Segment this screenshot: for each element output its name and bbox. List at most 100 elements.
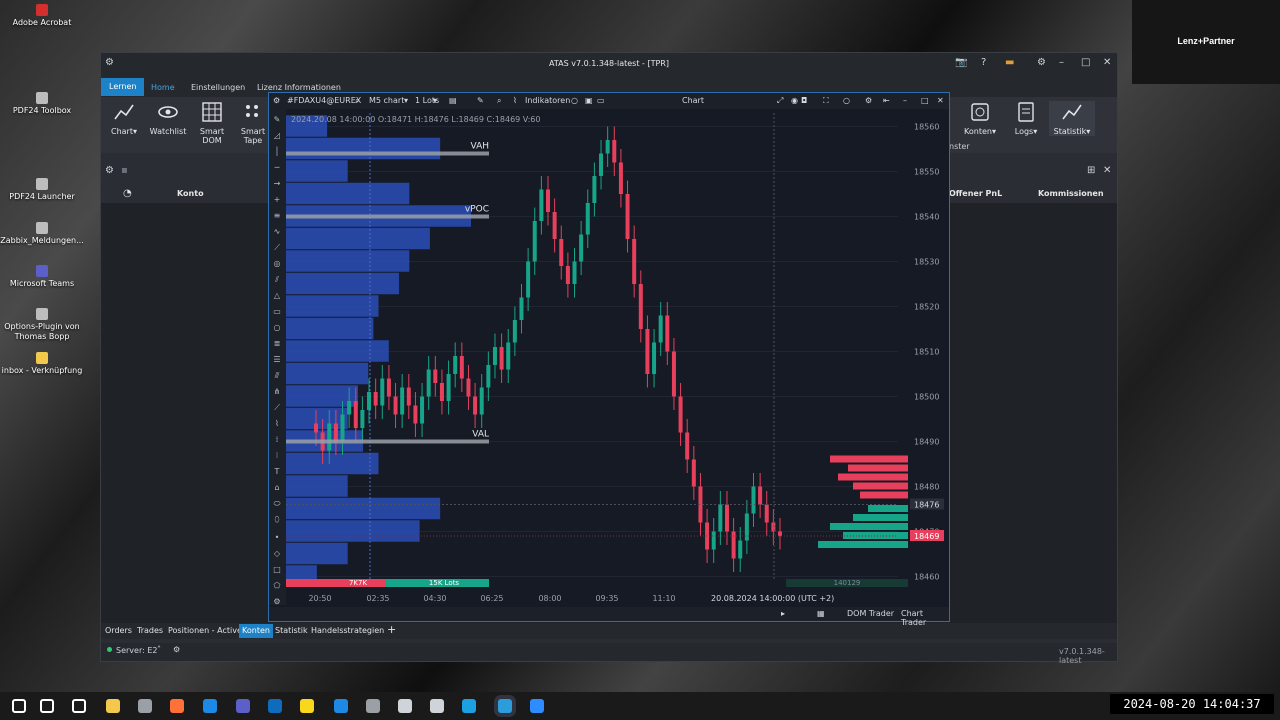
maximize-button[interactable]: □ xyxy=(921,96,929,105)
logs-button[interactable]: Logs▾ xyxy=(1003,101,1049,136)
chart-settings-icon[interactable]: ⚙ xyxy=(273,96,280,105)
tab-home[interactable]: Home xyxy=(143,79,183,97)
template-icon[interactable]: ▤ xyxy=(449,96,457,105)
tab-statistik[interactable]: Statistik xyxy=(275,626,308,635)
teams-icon[interactable] xyxy=(236,699,250,713)
server-label[interactable]: Server: E2 xyxy=(116,646,157,655)
layout-icon[interactable]: ▣ xyxy=(585,96,593,105)
column-header-offener-pnl[interactable]: Offener PnL xyxy=(947,185,1027,203)
network-icon[interactable] xyxy=(334,699,348,713)
wave-icon[interactable]: ⌇ xyxy=(272,419,282,429)
tab-positionen[interactable]: Positionen - Active xyxy=(168,626,242,635)
desktop-icon-options-plugin[interactable]: Options-Plugin von Thomas Bopp xyxy=(0,308,84,342)
link-icon[interactable]: ○ xyxy=(843,96,850,105)
hatch-icon[interactable]: ⫽ xyxy=(272,275,282,285)
desktop-icon-pdf24-toolbox[interactable]: PDF24 Toolbox xyxy=(0,92,84,116)
diagonal-icon[interactable]: ⟋ xyxy=(272,403,282,413)
camera-icon[interactable]: 📷 xyxy=(955,57,967,68)
column-header-kommissionen[interactable]: Kommissionen xyxy=(1033,185,1117,203)
gear-small-icon[interactable]: ⚙ xyxy=(272,597,282,607)
crosshair-icon[interactable]: ⤢ xyxy=(777,96,783,106)
smart-tape-button[interactable]: Smart Tape xyxy=(235,101,271,145)
store-icon[interactable] xyxy=(138,699,152,713)
eye-icon[interactable]: ◉ xyxy=(791,96,798,105)
tag-icon[interactable]: ⌂ xyxy=(272,483,282,493)
zoom-icon[interactable] xyxy=(530,699,544,713)
ruler-tool-icon[interactable]: ◿ xyxy=(272,131,282,141)
chevron-down-icon[interactable]: ▾ xyxy=(433,96,437,105)
minimize-button[interactable]: – xyxy=(1059,57,1064,68)
pen-icon[interactable]: ✎ xyxy=(477,96,484,105)
text-tool-icon[interactable]: T xyxy=(272,467,282,477)
symbol-selector[interactable]: #FDAXU4@EUREX xyxy=(287,96,361,105)
circle-icon[interactable]: ○ xyxy=(272,323,282,333)
statistik-button[interactable]: Statistik▾ xyxy=(1049,101,1095,136)
tab-lernen[interactable]: Lernen xyxy=(101,78,145,96)
pencil-tool-icon[interactable]: ✎ xyxy=(272,115,282,125)
dots-icon[interactable]: ⁞ xyxy=(272,435,282,445)
task-view-icon[interactable] xyxy=(72,699,86,713)
vertical-line-icon[interactable]: │ xyxy=(272,147,282,157)
desktop-icon-adobe-acrobat[interactable]: Adobe Acrobat xyxy=(0,4,84,28)
sky-icon[interactable] xyxy=(203,699,217,713)
outlook-icon[interactable] xyxy=(268,699,282,713)
help-icon[interactable]: ? xyxy=(981,57,986,68)
window-icon[interactable]: ▭ xyxy=(597,96,605,105)
fib-icon[interactable]: ≣ xyxy=(272,339,282,349)
chat-icon[interactable] xyxy=(430,699,444,713)
cross-icon[interactable]: + xyxy=(272,195,282,205)
add-tab-button[interactable]: + xyxy=(387,623,396,636)
tab-orders[interactable]: Orders xyxy=(105,626,132,635)
desktop-icon-teams[interactable]: Microsoft Teams xyxy=(0,265,84,289)
tab-trades[interactable]: Trades xyxy=(137,626,163,635)
diamond-icon[interactable]: ◇ xyxy=(272,549,282,559)
price-chart[interactable]: VAHvPOCVAL7K7K15K Lots140129 18460184701… xyxy=(286,109,949,605)
zoom-icon[interactable]: ⌕ xyxy=(497,96,501,106)
camera-icon[interactable]: ◘ xyxy=(801,96,807,105)
chart-button[interactable]: Chart▾ xyxy=(101,101,147,136)
save-icon[interactable]: ▪ xyxy=(121,165,128,176)
chevron-down-icon[interactable]: ▾ xyxy=(404,96,408,105)
search-icon[interactable] xyxy=(40,699,54,713)
chart-gear-icon[interactable]: ⚙ xyxy=(865,96,872,105)
dom-trader-button[interactable]: DOM Trader xyxy=(847,609,894,618)
calendar-icon[interactable]: ▦ xyxy=(817,609,825,618)
search-icon[interactable]: ⌕ xyxy=(355,96,359,106)
maximize-button[interactable]: □ xyxy=(1081,57,1090,68)
filter-icon[interactable] xyxy=(398,699,412,713)
column-header-konto[interactable]: ◔ Konto xyxy=(101,185,271,203)
triangle-icon[interactable]: △ xyxy=(272,291,282,301)
edge-icon[interactable] xyxy=(462,699,476,713)
alarm-icon[interactable]: ○ xyxy=(571,96,578,105)
panel-close-icon[interactable]: ✕ xyxy=(1103,165,1111,176)
close-button[interactable]: ✕ xyxy=(1103,57,1111,68)
tab-einstellungen[interactable]: Einstellungen xyxy=(183,79,253,97)
flag-icon[interactable]: ▬ xyxy=(1005,57,1014,68)
expand-icon[interactable]: ⛶ xyxy=(823,96,829,106)
desktop-icon-pdf24-launcher[interactable]: PDF24 Launcher xyxy=(0,178,84,202)
settings-icon[interactable]: ⚙ xyxy=(1037,57,1046,68)
chart-window[interactable]: ⚙ #FDAXU4@EUREX ⌕ M5 chart ▾ 1 Lots ▾ ▤ … xyxy=(268,92,950,627)
dot-icon[interactable]: • xyxy=(272,533,282,543)
pin-left-icon[interactable]: ⇤ xyxy=(883,96,890,105)
desktop-icon-inbox[interactable]: inbox - Verknüpfung xyxy=(0,352,84,376)
status-settings-icon[interactable]: ⚙ xyxy=(173,645,180,654)
timeframe-selector[interactable]: M5 chart xyxy=(369,96,404,105)
scroll-right-icon[interactable]: ▸ xyxy=(781,609,785,618)
file-explorer-icon[interactable] xyxy=(106,699,120,713)
pentagon-icon[interactable]: ⬠ xyxy=(272,581,282,591)
indicator-icon[interactable]: ⌇ xyxy=(513,96,517,105)
chart-trader-button[interactable]: Chart Trader xyxy=(901,609,949,627)
mail-icon[interactable] xyxy=(366,699,380,713)
tab-konten[interactable]: Konten xyxy=(239,624,273,638)
watchlist-button[interactable]: Watchlist xyxy=(145,101,191,136)
square-icon[interactable]: □ xyxy=(272,565,282,575)
close-button[interactable]: ✕ xyxy=(937,96,944,105)
target-icon[interactable]: ◎ xyxy=(272,259,282,269)
tab-handelsstrategien[interactable]: Handelsstrategien xyxy=(311,626,384,635)
arrow-right-icon[interactable]: → xyxy=(272,179,282,189)
panel-settings-icon[interactable]: ⚙ xyxy=(105,165,114,176)
pin-icon[interactable]: ⊞ xyxy=(1087,165,1095,176)
ellipse-icon[interactable]: ⬭ xyxy=(272,499,282,509)
firefox-icon[interactable] xyxy=(170,699,184,713)
